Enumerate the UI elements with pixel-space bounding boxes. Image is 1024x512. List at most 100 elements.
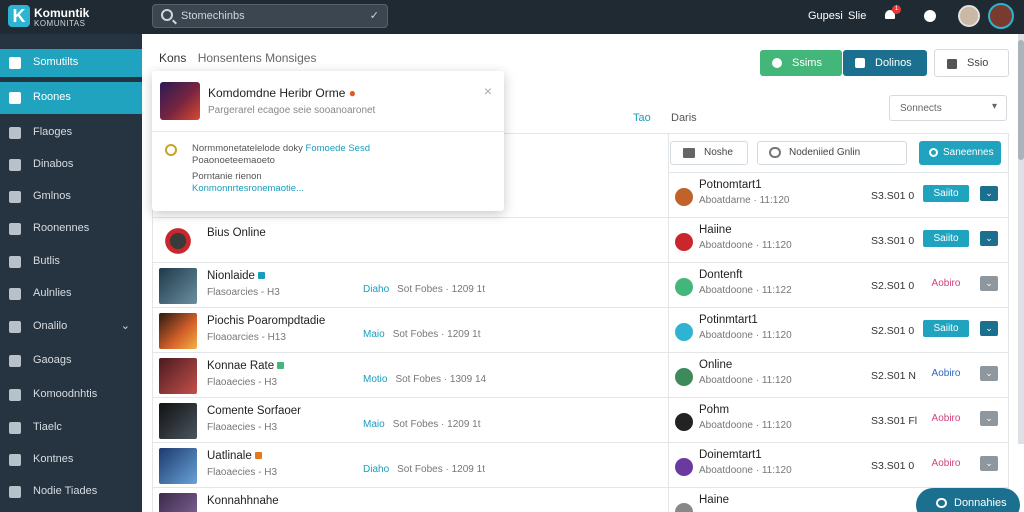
- game-meta: Flaoaecies - H3: [207, 422, 278, 433]
- sidebar-item[interactable]: Gaoags: [0, 345, 142, 377]
- chevron-down-icon[interactable]: ⌄: [980, 366, 998, 381]
- sidebar-item[interactable]: Nodie Tiades: [0, 476, 142, 508]
- sidebar-item-label: Dinabos: [33, 158, 74, 170]
- list-item[interactable]: Konnae Rate Flaoaecies - H3 Motio Sot Fobes…: [152, 352, 669, 397]
- game-thumbnail: [159, 358, 197, 394]
- listing-meta: Aboatdoone · 11:120: [699, 375, 792, 386]
- listing-action-button[interactable]: Aobiro: [923, 455, 969, 472]
- game-info: Diaho Sot Fobes · 1209 1t: [363, 284, 485, 295]
- game-meta: Flasoarcies - H3: [207, 287, 280, 298]
- sidebar-item-label: Tiaelc: [33, 421, 62, 433]
- list-item[interactable]: Konnahhnahe: [152, 487, 669, 512]
- listing-row[interactable]: Dontenft Aboatdoone · 11:122 S2.S01 0 Aobir…: [669, 262, 1009, 307]
- listing-row[interactable]: Haiine Aboatdoone · 11:120 S3.S01 0 Saiito ⌄: [669, 217, 1009, 262]
- avatar-small[interactable]: [958, 5, 980, 27]
- chevron-down-icon[interactable]: ⌄: [121, 319, 130, 332]
- sidebar-item[interactable]: Dinabos: [0, 149, 142, 181]
- listing-action-button[interactable]: Aobiro: [923, 365, 969, 382]
- listing-action-button[interactable]: Saiito: [923, 230, 969, 247]
- listing-row[interactable]: Pohm Aboatdoone · 11:120 S3.S01 Fl Aobiro ⌄: [669, 397, 1009, 442]
- notification-popup[interactable]: Komdomdne Heribr Orme ● Pargerarel ecago…: [152, 71, 504, 211]
- chevron-down-icon[interactable]: ⌄: [980, 276, 998, 291]
- sidebar-item[interactable]: Komoodnhtis: [0, 379, 142, 411]
- sidebar-item[interactable]: Flaoges: [0, 117, 142, 149]
- tab-active[interactable]: Tao: [633, 112, 651, 124]
- close-icon[interactable]: ×: [484, 83, 492, 99]
- game-thumbnail: [159, 268, 197, 304]
- sidebar-item[interactable]: Onalilo ⌄: [0, 311, 142, 343]
- breadcrumb-primary[interactable]: Kons: [159, 51, 186, 65]
- game-name: Comente Sorfaoer: [207, 405, 301, 417]
- chevron-down-icon[interactable]: ⌄: [980, 231, 998, 246]
- notification-count-badge: 1: [892, 5, 901, 14]
- scrollbar-thumb[interactable]: [1018, 40, 1024, 160]
- flag-icon: [9, 127, 21, 139]
- list-item[interactable]: Bius Online: [152, 217, 669, 262]
- primary-green-button[interactable]: Ssims: [760, 50, 842, 76]
- list-item[interactable]: Piochis Poarompdtadie Floaoarcies - H13 Ma…: [152, 307, 669, 352]
- secondary-outline-button[interactable]: Ssio: [934, 49, 1009, 77]
- chat-button[interactable]: Donnahies: [916, 488, 1020, 512]
- list-item[interactable]: Nionlaide Flasoarcies - H3 Diaho Sot Fobes …: [152, 262, 669, 307]
- app-logo[interactable]: K Komuntik KOMUNITAS: [8, 5, 128, 31]
- sidebar-item-label: Onalilo: [33, 320, 68, 332]
- toolbar-button-2[interactable]: Nodeniied Gnlin: [757, 141, 907, 165]
- platform-tag[interactable]: Motio: [363, 374, 387, 385]
- platform-tag[interactable]: Maio: [363, 419, 385, 430]
- verified-badge-icon: [277, 362, 285, 369]
- game-name: Bius Online: [207, 227, 266, 239]
- sidebar-item[interactable]: Kontnes: [0, 444, 142, 476]
- list-item[interactable]: Uatlinale Flaoaecies - H3 Diaho Sot Fobes ·…: [152, 442, 669, 487]
- listing-row[interactable]: Potnomtart1 Aboatdarne · 11:120 S3.S01 0 Sa…: [669, 172, 1009, 217]
- pin-icon: [9, 389, 21, 401]
- game-meta: Floaoarcies - H13: [207, 332, 286, 343]
- listing-meta: Aboatdoone · 11:120: [699, 240, 792, 251]
- chevron-down-icon[interactable]: ⌄: [980, 411, 998, 426]
- listing-row[interactable]: Potinmtart1 Aboatdoone · 11:120 S2.S01 0 Sa…: [669, 307, 1009, 352]
- listing-action-button[interactable]: Aobiro: [923, 410, 969, 427]
- sidebar-item[interactable]: Roonennes: [0, 213, 142, 245]
- popup-link-1[interactable]: Fomoede Sesd: [306, 143, 370, 154]
- game-name: Uatlinale: [207, 450, 262, 462]
- sidebar-item[interactable]: Aulnlies: [0, 278, 142, 310]
- tab-inactive[interactable]: Daris: [671, 112, 697, 124]
- toolbar-button-1[interactable]: Noshe: [670, 141, 748, 165]
- platform-tag[interactable]: Diaho: [363, 284, 389, 295]
- listing-action-button[interactable]: Saiito: [923, 185, 969, 202]
- sidebar-item-label: Nodie Tiades: [33, 485, 98, 497]
- user-link-2[interactable]: Slie: [848, 0, 866, 34]
- platform-tag[interactable]: Diaho: [363, 464, 389, 475]
- sidebar-item[interactable]: Somutilts: [0, 49, 142, 77]
- sort-dropdown[interactable]: Sonnects ▾: [889, 95, 1007, 121]
- listing-action-button[interactable]: Aobiro: [923, 275, 969, 292]
- search-options-icon[interactable]: ✓: [370, 9, 379, 22]
- user-link-1[interactable]: Gupesi: [808, 0, 843, 34]
- sidebar-item[interactable]: Roones: [0, 82, 142, 114]
- chevron-down-icon[interactable]: ⌄: [980, 321, 998, 336]
- search-box[interactable]: ✓: [152, 4, 388, 28]
- sidebar-item[interactable]: Butlis: [0, 246, 142, 278]
- chevron-down-icon[interactable]: ⌄: [980, 456, 998, 471]
- clock-icon: [929, 148, 938, 157]
- divider: [152, 131, 504, 132]
- listing-row[interactable]: Online Aboatdoone · 11:120 S2.S01 N Aobiro ⌄: [669, 352, 1009, 397]
- notification-bell-icon[interactable]: 1: [884, 5, 901, 22]
- primary-teal-button[interactable]: Dolinos: [843, 50, 927, 76]
- breadcrumb-secondary[interactable]: Honsentens Monsiges: [198, 51, 317, 65]
- popup-link-2[interactable]: Konmonnrtesronemaotie...: [192, 183, 304, 194]
- sidebar-item[interactable]: Gmlnos: [0, 181, 142, 213]
- listing-row[interactable]: Doinemtart1 Aboatdoone · 11:120 S3.S01 0 Ao…: [669, 442, 1009, 487]
- top-bar: K Komuntik KOMUNITAS ✓ Gupesi Slie 1: [0, 0, 1024, 34]
- game-thumbnail: [160, 82, 200, 120]
- platform-tag[interactable]: Maio: [363, 329, 385, 340]
- settings-icon[interactable]: [924, 10, 936, 22]
- chevron-down-icon[interactable]: ⌄: [980, 186, 998, 201]
- search-input[interactable]: [181, 8, 361, 24]
- list-item[interactable]: Comente Sorfaoer Flaoaecies - H3 Maio Sot F…: [152, 397, 669, 442]
- toolbar-button-3[interactable]: Saneennes: [919, 141, 1001, 165]
- avatar[interactable]: [988, 3, 1014, 29]
- magnifier-icon: [165, 144, 177, 156]
- popup-line-3: Porntanie rienon: [192, 171, 262, 182]
- listing-action-button[interactable]: Saiito: [923, 320, 969, 337]
- sidebar-item[interactable]: Tiaelc: [0, 412, 142, 444]
